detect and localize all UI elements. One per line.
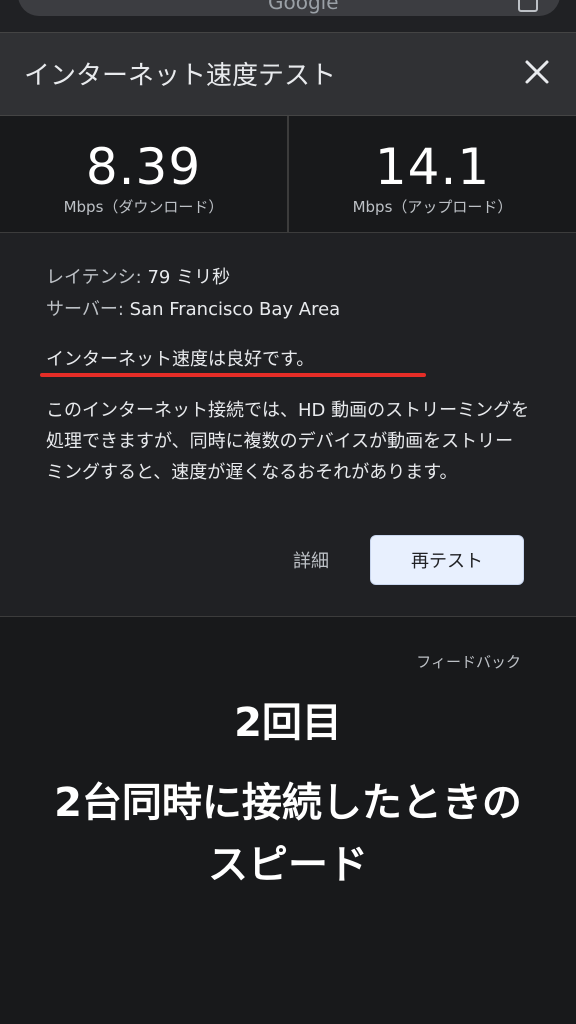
details-panel: レイテンシ: 79 ミリ秒 サーバー: San Francisco Bay Ar… [0, 233, 576, 617]
browser-top-bar: Google [0, 0, 576, 32]
dialog-title: インターネット速度テスト [24, 61, 337, 91]
close-icon[interactable] [520, 55, 554, 89]
red-underline [40, 373, 426, 377]
caption-line-3: スピード [208, 842, 368, 888]
speed-results: 8.39 Mbps（ダウンロード） 14.1 Mbps（アップロード） [0, 116, 576, 233]
retest-button[interactable]: 再テスト [370, 535, 524, 585]
feedback-link[interactable]: フィードバック [416, 651, 521, 672]
server-row: サーバー: San Francisco Bay Area [46, 295, 340, 321]
upload-unit: Mbps（アップロード） [352, 198, 513, 216]
download-unit: Mbps（ダウンロード） [63, 198, 224, 216]
details-link[interactable]: 詳細 [293, 547, 329, 573]
speed-test-page: Google インターネット速度テスト 8.39 Mbps（ダウンロード） 14… [0, 0, 576, 1024]
dialog-header: インターネット速度テスト [0, 32, 576, 116]
latency-label: レイテンシ: [46, 267, 142, 288]
latency-row: レイテンシ: 79 ミリ秒 [46, 263, 230, 289]
server-value: San Francisco Bay Area [129, 299, 341, 320]
status-message: インターネット速度は良好です。 [46, 349, 315, 370]
search-bar[interactable]: Google [18, 0, 560, 16]
latency-value: 79 ミリ秒 [147, 267, 231, 288]
download-speed: 8.39 [85, 138, 202, 196]
search-text: Google [268, 0, 339, 14]
server-label: サーバー: [46, 299, 124, 320]
download-result: 8.39 Mbps（ダウンロード） [0, 116, 287, 232]
caption-line-1: 2回目 [234, 700, 342, 746]
tabs-icon[interactable] [518, 0, 538, 12]
upload-result: 14.1 Mbps（アップロード） [289, 116, 576, 232]
caption-line-2: 2台同時に接続したときの [54, 780, 522, 826]
description-text: このインターネット接続では、HD 動画のストリーミングを処理できますが、同時に複… [46, 400, 530, 483]
upload-speed: 14.1 [374, 138, 491, 196]
lower-area: フィードバック 2回目 2台同時に接続したときの スピード [0, 617, 576, 1024]
